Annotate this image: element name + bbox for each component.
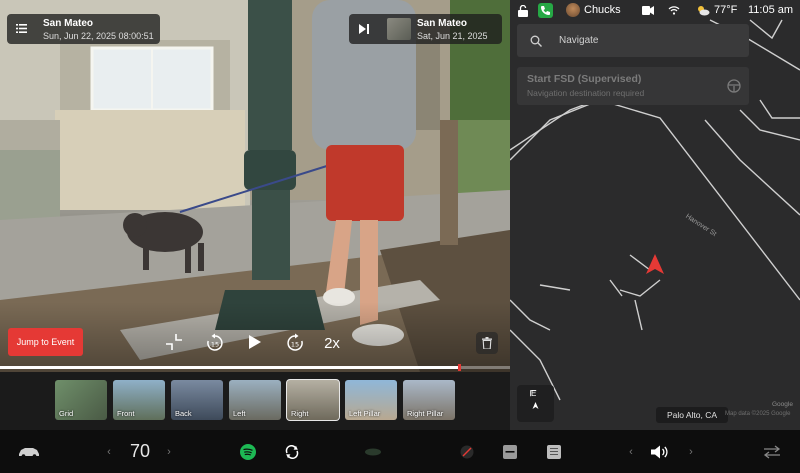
app-launcher-button[interactable] [362, 430, 384, 473]
partly-cloudy-icon [698, 6, 710, 16]
play-icon [249, 335, 261, 349]
delete-clip-button[interactable] [476, 332, 498, 354]
start-fsd-card[interactable]: Start FSD (Supervised) Navigation destin… [517, 67, 749, 105]
play-button[interactable] [245, 332, 265, 352]
search-icon [530, 35, 542, 47]
collapse-icon [166, 334, 182, 350]
playback-progress-bar[interactable] [0, 364, 510, 371]
camera-app-icon [460, 445, 474, 458]
svg-text:15: 15 [291, 341, 299, 349]
next-clip-card[interactable]: San Mateo Sat, Jun 21, 2025 [349, 14, 502, 44]
clip-city: San Mateo [43, 18, 94, 29]
camera-thumb-back[interactable]: Back [171, 380, 223, 420]
forward-15-icon: 15 [287, 333, 303, 351]
chevron-left-icon: ‹ [107, 445, 111, 458]
exit-fullscreen-button[interactable] [164, 332, 184, 352]
car-icon [19, 447, 39, 458]
trash-icon [482, 337, 492, 349]
fsd-subtitle: Navigation destination required [527, 88, 645, 98]
profile-name[interactable]: Chucks [584, 4, 621, 16]
calculator-icon [503, 444, 517, 459]
steering-wheel-icon [727, 79, 741, 93]
current-location-label: Palo Alto, CA [656, 407, 728, 423]
dashcam-icon[interactable] [642, 6, 654, 15]
chevron-right-icon: › [167, 445, 171, 458]
compass-letter: E [531, 389, 537, 398]
camera-thumb-left-pillar[interactable]: Left Pillar [345, 380, 397, 420]
camera-selector-strip: Grid Front Back Left Right Left Pillar Right P… [0, 372, 510, 430]
chevron-left-icon: ‹ [629, 445, 633, 458]
manual-button[interactable] [544, 430, 564, 473]
skip-next-icon [359, 24, 369, 34]
clip-location-card[interactable]: San Mateo Sun, Jun 22, 2025 08:00:51 [7, 14, 160, 44]
volume-button[interactable] [648, 430, 672, 473]
map-attribution: Google [772, 401, 793, 408]
map-data-attribution: Map data ©2025 Google [725, 411, 791, 417]
phone-glyph [541, 6, 550, 15]
map-panel[interactable]: Chucks 77°F 11:05 am Navigate Start FSD … [510, 0, 800, 430]
book-icon [547, 444, 561, 459]
next-clip-city: San Mateo [417, 18, 468, 29]
rewind-15-button[interactable]: 15 [204, 332, 226, 354]
spotify-icon [240, 443, 256, 460]
progress-handle[interactable] [458, 364, 461, 371]
clip-timestamp: Sun, Jun 22, 2025 08:00:51 [43, 31, 154, 41]
spotify-button[interactable] [236, 430, 260, 473]
next-clip-date: Sat, Jun 21, 2025 [417, 31, 488, 41]
swap-button[interactable] [760, 430, 784, 473]
camera-thumb-label: Left [233, 409, 246, 418]
status-bar: Chucks 77°F 11:05 am [510, 0, 800, 22]
list-icon [16, 24, 27, 33]
camera-thumb-label: Right [291, 409, 309, 418]
camera-thumb-right-pillar[interactable]: Right Pillar [403, 380, 455, 420]
phone-icon[interactable] [538, 3, 553, 18]
camera-thumb-front[interactable]: Front [113, 380, 165, 420]
camera-thumb-right[interactable]: Right [286, 379, 340, 421]
navigate-search[interactable]: Navigate [517, 24, 749, 57]
speaker-icon [651, 445, 668, 458]
temp-up-button[interactable]: › [162, 430, 176, 473]
vehicle-position-icon [646, 254, 664, 274]
camera-app-button[interactable] [456, 430, 478, 473]
camera-thumb-label: Right Pillar [407, 409, 444, 418]
compass-button[interactable]: E [517, 385, 554, 422]
svg-text:15: 15 [211, 341, 219, 349]
sync-icon [285, 444, 299, 459]
playback-speed-button[interactable]: 2x [320, 332, 344, 354]
car-button[interactable] [14, 430, 44, 473]
camera-thumb-label: Grid [59, 409, 74, 418]
camera-thumb-left[interactable]: Left [229, 380, 281, 420]
navigate-placeholder: Navigate [559, 35, 599, 46]
dashcam-viewer: San Mateo Sun, Jun 22, 2025 08:00:51 San… [0, 0, 510, 430]
jump-to-event-button[interactable]: Jump to Event [8, 328, 83, 356]
rewind-15-icon: 15 [207, 333, 223, 351]
app-dot-icon [365, 448, 381, 455]
volume-down-button[interactable]: ‹ [624, 430, 638, 473]
fsd-title: Start FSD (Supervised) [527, 73, 642, 85]
camera-thumb-label: Left Pillar [349, 409, 381, 418]
wifi-icon [668, 6, 680, 15]
video-frame[interactable]: San Mateo Sun, Jun 22, 2025 08:00:51 San… [0, 0, 510, 372]
map-roads [510, 19, 800, 401]
camera-thumb-label: Front [117, 409, 135, 418]
outside-temperature: 77°F [714, 4, 738, 16]
temp-down-button[interactable]: ‹ [102, 430, 116, 473]
unlock-icon[interactable] [518, 5, 528, 17]
calculator-button[interactable] [500, 430, 520, 473]
progress-fill [0, 366, 459, 369]
forward-15-button[interactable]: 15 [284, 332, 306, 354]
camera-thumb-label: Back [175, 409, 192, 418]
clock: 11:05 am [748, 4, 794, 16]
next-clip-thumbnail [387, 18, 411, 40]
volume-up-button[interactable]: › [684, 430, 698, 473]
camera-thumb-grid[interactable]: Grid [55, 380, 107, 420]
cabin-temperature[interactable]: 70 [124, 430, 156, 473]
chevron-right-icon: › [689, 445, 693, 458]
toybox-button[interactable] [280, 430, 304, 473]
swap-arrows-icon [763, 444, 781, 459]
profile-avatar[interactable] [566, 3, 580, 17]
taskbar: ‹ 70 › ‹ › [0, 430, 800, 473]
